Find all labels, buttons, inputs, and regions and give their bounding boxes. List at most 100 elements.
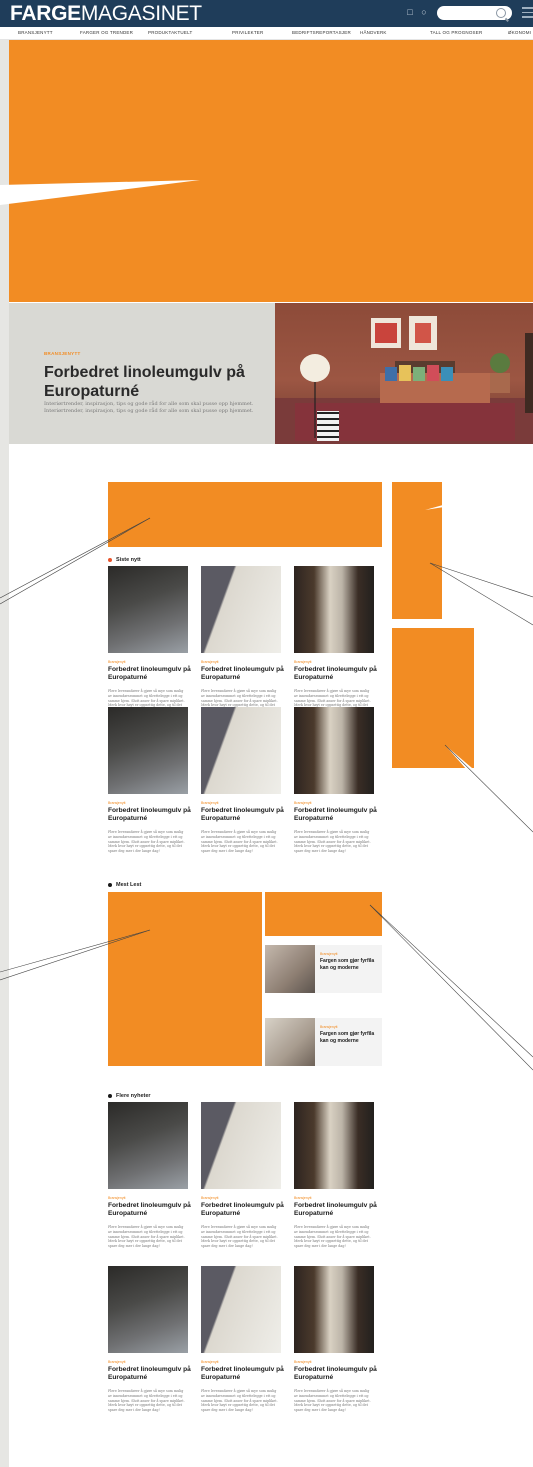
article-title[interactable]: Forbedret linoleumgulv på Europaturné [108, 807, 194, 823]
article-kicker: Bransjenytt [108, 660, 126, 664]
article-kicker: Bransjenytt [294, 1360, 312, 1364]
hero-description: Interiørtrender, inspirasjon, tips og go… [44, 401, 254, 414]
article-thumbnail[interactable] [108, 566, 188, 653]
article-card[interactable]: Bransjenytt Forbedret linoleumgulv på Eu… [294, 1266, 377, 1413]
top-banner-ad[interactable] [9, 40, 533, 302]
article-thumbnail[interactable] [294, 1266, 374, 1353]
hero-article[interactable]: BRANSJENYTT Forbedret linoleumgulv på Eu… [9, 303, 533, 444]
nav-item[interactable]: TALL OG PROGNOSER [430, 30, 482, 35]
article-title[interactable]: Forbedret linoleumgulv på Europaturné [201, 1202, 287, 1218]
most-read-ad-small[interactable] [265, 892, 382, 936]
article-card[interactable]: Bransjenytt Forbedret linoleumgulv på Eu… [108, 707, 191, 854]
black-dot-icon [108, 882, 112, 887]
article-title[interactable]: Forbedret linoleumgulv på Europaturné [108, 1366, 194, 1382]
most-read-kicker: Bransjenytt [320, 952, 338, 956]
article-card[interactable]: Bransjenytt Forbedret linoleumgulv på Eu… [201, 566, 284, 713]
article-title[interactable]: Forbedret linoleumgulv på Europaturné [294, 1366, 380, 1382]
article-kicker: Bransjenytt [108, 1360, 126, 1364]
article-card[interactable]: Bransjenytt Forbedret linoleumgulv på Eu… [201, 1266, 284, 1413]
nav-item[interactable]: PRODUKTAKTUELT [148, 30, 192, 35]
sidebar-ad-1[interactable] [392, 482, 442, 619]
hero-kicker: BRANSJENYTT [44, 351, 81, 356]
article-title[interactable]: Forbedret linoleumgulv på Europaturné [201, 807, 287, 823]
article-title[interactable]: Forbedret linoleumgulv på Europaturné [201, 666, 287, 682]
article-excerpt: Flere leverandører å gjøre så mye som mu… [108, 1225, 185, 1249]
content-banner-ad[interactable] [108, 482, 382, 547]
most-read-item[interactable]: Bransjenytt Fargen som gjør fyrfila kan … [265, 945, 382, 993]
article-kicker: Bransjenytt [201, 1360, 219, 1364]
article-kicker: Bransjenytt [108, 801, 126, 805]
article-card[interactable]: Bransjenytt Forbedret linoleumgulv på Eu… [294, 1102, 377, 1249]
article-thumbnail[interactable] [201, 1266, 281, 1353]
article-card[interactable]: Bransjenytt Forbedret linoleumgulv på Eu… [294, 707, 377, 854]
menu-icon[interactable] [522, 7, 533, 21]
article-excerpt: Flere leverandører å gjøre så mye som mu… [201, 830, 278, 854]
article-card[interactable]: Bransjenytt Forbedret linoleumgulv på Eu… [108, 566, 191, 713]
article-excerpt: Flere leverandører å gjøre så mye som mu… [201, 1389, 278, 1413]
article-thumbnail[interactable] [108, 1102, 188, 1189]
nav-item[interactable]: HÅNDVERK [360, 30, 387, 35]
article-title[interactable]: Forbedret linoleumgulv på Europaturné [294, 1202, 380, 1218]
nav-item[interactable]: BRANSJENYTT [18, 30, 53, 35]
living-room-illustration [275, 316, 533, 444]
article-excerpt: Flere leverandører å gjøre så mye som mu… [108, 830, 185, 854]
user-icon[interactable]: ○ [419, 7, 429, 17]
nav-item[interactable]: ØKONOMI [508, 30, 531, 35]
hero-title[interactable]: Forbedret linoleumgulv på Europaturné [44, 363, 254, 401]
search-icon[interactable] [496, 8, 506, 18]
search-input[interactable] [437, 6, 512, 20]
main-nav: BRANSJENYTT FARGER OG TRENDER PRODUKTAKT… [0, 27, 533, 40]
article-thumbnail[interactable] [201, 1102, 281, 1189]
article-excerpt: Flere leverandører å gjøre så mye som mu… [294, 1225, 371, 1249]
article-card[interactable]: Bransjenytt Forbedret linoleumgulv på Eu… [108, 1266, 191, 1413]
article-title[interactable]: Forbedret linoleumgulv på Europaturné [108, 666, 194, 682]
article-title[interactable]: Forbedret linoleumgulv på Europaturné [201, 1366, 287, 1382]
sidebar-ad-2[interactable] [392, 628, 474, 768]
article-kicker: Bransjenytt [294, 660, 312, 664]
section-heading-latest: Siste nytt [108, 557, 141, 563]
article-kicker: Bransjenytt [201, 1196, 219, 1200]
article-thumbnail[interactable] [108, 707, 188, 794]
most-read-item[interactable]: Bransjenytt Fargen som gjør fyrfila kan … [265, 1018, 382, 1066]
article-thumbnail[interactable] [294, 707, 374, 794]
article-excerpt: Flere leverandører å gjøre så mye som mu… [294, 1389, 371, 1413]
section-heading-most-read: Mest Lest [108, 882, 141, 888]
hero-text-panel: BRANSJENYTT Forbedret linoleumgulv på Eu… [9, 303, 275, 444]
article-kicker: Bransjenytt [201, 801, 219, 805]
site-logo[interactable]: FARGEMAGASINET [10, 3, 202, 25]
section-heading-more-news: Flere nyheter [108, 1093, 151, 1099]
article-card[interactable]: Bransjenytt Forbedret linoleumgulv på Eu… [201, 707, 284, 854]
hero-image[interactable] [275, 303, 533, 444]
black-dot-icon [108, 1093, 112, 1098]
article-kicker: Bransjenytt [108, 1196, 126, 1200]
article-thumbnail[interactable] [294, 1102, 374, 1189]
article-title[interactable]: Forbedret linoleumgulv på Europaturné [108, 1202, 194, 1218]
article-title[interactable]: Forbedret linoleumgulv på Europaturné [294, 807, 380, 823]
article-kicker: Bransjenytt [201, 660, 219, 664]
most-read-title[interactable]: Fargen som gjør fyrfila kan og moderne [320, 958, 378, 971]
article-card[interactable]: Bransjenytt Forbedret linoleumgulv på Eu… [201, 1102, 284, 1249]
article-excerpt: Flere leverandører å gjøre så mye som mu… [108, 1389, 185, 1413]
most-read-ad-large[interactable] [108, 892, 262, 1066]
bookmark-icon[interactable]: □ [405, 7, 415, 17]
article-card[interactable]: Bransjenytt Forbedret linoleumgulv på Eu… [108, 1102, 191, 1249]
article-thumbnail[interactable] [294, 566, 374, 653]
most-read-thumbnail[interactable] [265, 1018, 315, 1066]
article-thumbnail[interactable] [201, 707, 281, 794]
article-card[interactable]: Bransjenytt Forbedret linoleumgulv på Eu… [294, 566, 377, 713]
red-dot-icon [108, 557, 112, 562]
nav-item[interactable]: FARGER OG TRENDER [80, 30, 133, 35]
article-kicker: Bransjenytt [294, 1196, 312, 1200]
most-read-kicker: Bransjenytt [320, 1025, 338, 1029]
article-thumbnail[interactable] [108, 1266, 188, 1353]
top-bar: FARGEMAGASINET □ ○ [0, 0, 533, 27]
article-excerpt: Flere leverandører å gjøre så mye som mu… [294, 830, 371, 854]
article-excerpt: Flere leverandører å gjøre så mye som mu… [201, 1225, 278, 1249]
article-title[interactable]: Forbedret linoleumgulv på Europaturné [294, 666, 380, 682]
nav-item[interactable]: PRIVILEKTER [232, 30, 263, 35]
article-kicker: Bransjenytt [294, 801, 312, 805]
nav-item[interactable]: BEDRIFTSREPORTASJER [292, 30, 351, 35]
most-read-title[interactable]: Fargen som gjør fyrfila kan og moderne [320, 1031, 378, 1044]
article-thumbnail[interactable] [201, 566, 281, 653]
most-read-thumbnail[interactable] [265, 945, 315, 993]
